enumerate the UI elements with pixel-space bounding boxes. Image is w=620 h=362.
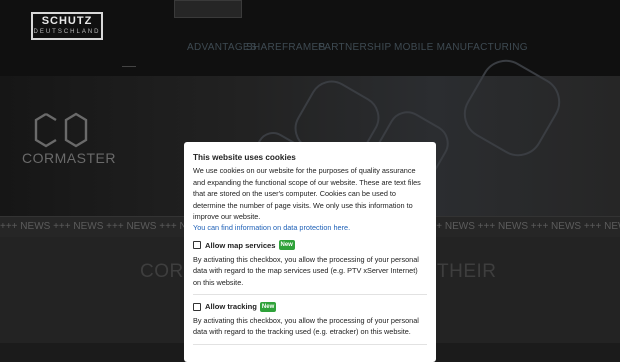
main-nav-partnership[interactable]: PARTNERSHIP <box>318 42 392 53</box>
tracking-label[interactable]: Allow tracking <box>205 301 257 312</box>
divider <box>193 343 427 345</box>
main-nav-shareframes[interactable]: SHAREFRAMES <box>246 42 325 53</box>
cookie-consent-modal: This website uses cookies We use cookies… <box>184 142 436 362</box>
cookie-modal-title: This website uses cookies <box>193 153 296 162</box>
data-protection-link[interactable]: You can find information on data protect… <box>193 222 427 233</box>
map-services-description: By activating this checkbox, you allow t… <box>193 254 419 287</box>
site-header: SCHUTZ DEUTSCHLAND ADVANTAGES SHAREFRAME… <box>0 0 620 76</box>
page: SCHUTZ DEUTSCHLAND ADVANTAGES SHAREFRAME… <box>0 0 620 362</box>
logo-line2: DEUTSCHLAND <box>33 29 101 35</box>
cookie-option-tracking: Allow tracking New By activating this ch… <box>193 300 427 338</box>
top-nav-button[interactable] <box>174 0 242 18</box>
cormaster-brand-text: CORMASTER <box>22 150 116 166</box>
content-title-right: THEIR <box>437 261 497 282</box>
main-nav-mobile-manufacturing[interactable]: MOBILE MANUFACTURING <box>394 42 528 53</box>
logo-line1: SCHUTZ <box>41 15 93 27</box>
cormaster-logo-icon <box>34 112 88 148</box>
new-badge: New <box>259 301 277 312</box>
new-badge: New <box>278 240 295 251</box>
divider <box>193 294 427 296</box>
tracking-description: By activating this checkbox, you allow t… <box>193 316 419 337</box>
nav-active-underline <box>122 66 136 67</box>
schutz-logo[interactable]: SCHUTZ DEUTSCHLAND <box>31 12 103 40</box>
cookie-modal-body: We use cookies on our website for the pu… <box>193 166 421 222</box>
cookie-option-map-services: Allow map services New By activating thi… <box>193 239 427 288</box>
tracking-checkbox[interactable] <box>193 302 201 311</box>
map-services-checkbox[interactable] <box>193 241 201 250</box>
map-services-label[interactable]: Allow map services <box>205 240 276 251</box>
